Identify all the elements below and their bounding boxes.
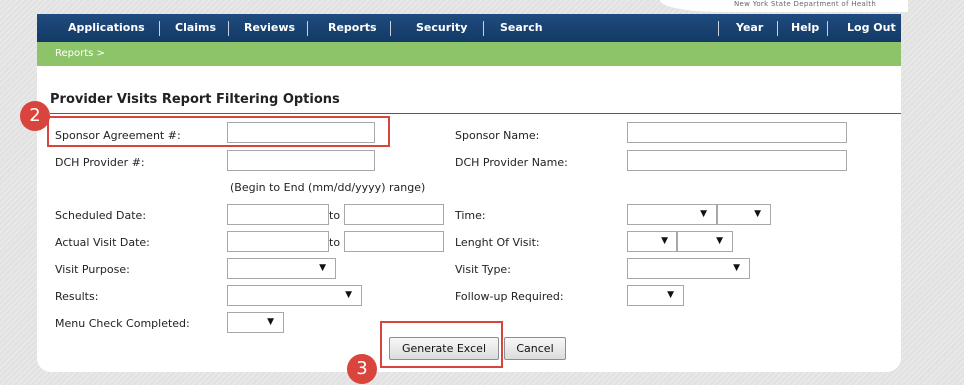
label-dch-provider: DCH Provider #: xyxy=(55,156,145,169)
nav-reviews[interactable]: Reviews xyxy=(244,14,295,42)
nav-security[interactable]: Security xyxy=(416,14,467,42)
highlight-generate-excel xyxy=(380,321,503,368)
main-nav: Applications Claims Reviews Reports Secu… xyxy=(37,14,901,42)
length-of-visit-minutes-select[interactable]: ▼ xyxy=(677,231,733,252)
nav-year[interactable]: Year xyxy=(736,14,763,42)
label-dch-provider-name: DCH Provider Name: xyxy=(455,156,568,169)
scheduled-date-to-input[interactable] xyxy=(344,204,444,225)
dropdown-arrow-icon: ▼ xyxy=(667,290,674,300)
label-visit-purpose: Visit Purpose: xyxy=(55,263,130,276)
dropdown-arrow-icon: ▼ xyxy=(700,209,707,219)
department-name: New York State Department of Health xyxy=(734,0,877,8)
follow-up-required-select[interactable]: ▼ xyxy=(627,285,684,306)
cancel-button[interactable]: Cancel xyxy=(504,337,566,360)
breadcrumb-bar: Reports > xyxy=(37,42,901,66)
nav-log-out[interactable]: Log Out xyxy=(847,14,896,42)
label-to: to xyxy=(329,236,341,249)
label-to: to xyxy=(329,209,341,222)
label-scheduled-date: Scheduled Date: xyxy=(55,209,147,222)
label-length-of-visit: Lenght Of Visit: xyxy=(455,236,540,249)
nav-applications[interactable]: Applications xyxy=(68,14,145,42)
label-menu-check-completed: Menu Check Completed: xyxy=(55,317,190,330)
dropdown-arrow-icon: ▼ xyxy=(661,236,668,246)
label-sponsor-name: Sponsor Name: xyxy=(455,129,540,142)
label-time: Time: xyxy=(455,209,486,222)
step-3-badge: 3 xyxy=(347,354,377,384)
results-select[interactable]: ▼ xyxy=(227,285,362,306)
title-divider xyxy=(50,113,901,114)
dropdown-arrow-icon: ▼ xyxy=(733,263,740,273)
dropdown-arrow-icon: ▼ xyxy=(716,236,723,246)
label-visit-type: Visit Type: xyxy=(455,263,511,276)
nav-separator xyxy=(827,21,828,36)
nav-separator xyxy=(159,21,160,36)
nav-separator xyxy=(390,21,391,36)
nav-help[interactable]: Help xyxy=(791,14,819,42)
date-range-hint: (Begin to End (mm/dd/yyyy) range) xyxy=(230,181,426,194)
dropdown-arrow-icon: ▼ xyxy=(319,263,326,273)
visit-type-select[interactable]: ▼ xyxy=(627,258,750,279)
time-hour-select[interactable]: ▼ xyxy=(627,204,717,225)
nav-separator xyxy=(777,21,778,36)
label-actual-visit-date: Actual Visit Date: xyxy=(55,236,150,249)
nav-separator xyxy=(483,21,484,36)
dropdown-arrow-icon: ▼ xyxy=(345,290,352,300)
page-title: Provider Visits Report Filtering Options xyxy=(50,92,340,107)
time-minute-select[interactable]: ▼ xyxy=(717,204,771,225)
breadcrumb[interactable]: Reports > xyxy=(55,48,105,59)
highlight-sponsor-agreement xyxy=(47,116,390,147)
dch-provider-input[interactable] xyxy=(227,150,375,171)
actual-visit-date-from-input[interactable] xyxy=(227,231,329,252)
dropdown-arrow-icon: ▼ xyxy=(267,317,274,327)
actual-visit-date-to-input[interactable] xyxy=(344,231,444,252)
scheduled-date-from-input[interactable] xyxy=(227,204,329,225)
nav-separator xyxy=(228,21,229,36)
nav-claims[interactable]: Claims xyxy=(175,14,216,42)
nav-reports[interactable]: Reports xyxy=(328,14,377,42)
nav-separator xyxy=(307,21,308,36)
sponsor-name-input[interactable] xyxy=(627,122,847,143)
dch-provider-name-input[interactable] xyxy=(627,150,847,171)
menu-check-completed-select[interactable]: ▼ xyxy=(227,312,284,333)
length-of-visit-hours-select[interactable]: ▼ xyxy=(627,231,677,252)
dropdown-arrow-icon: ▼ xyxy=(754,209,761,219)
label-follow-up-required: Follow-up Required: xyxy=(455,290,564,303)
step-2-badge: 2 xyxy=(20,101,50,131)
nav-separator xyxy=(718,21,719,36)
label-results: Results: xyxy=(55,290,99,303)
visit-purpose-select[interactable]: ▼ xyxy=(227,258,336,279)
nav-search[interactable]: Search xyxy=(500,14,543,42)
